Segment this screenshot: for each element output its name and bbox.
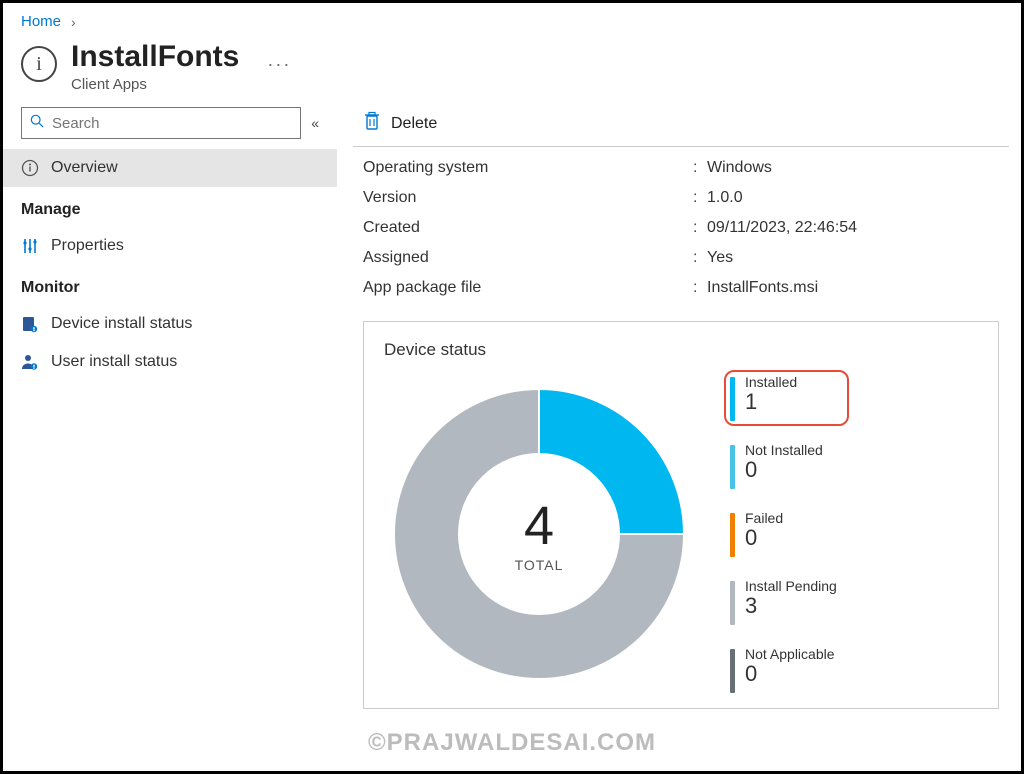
trash-icon bbox=[363, 111, 381, 136]
device-icon bbox=[21, 315, 39, 333]
legend-value: 0 bbox=[745, 526, 783, 550]
detail-value: Yes bbox=[707, 249, 1009, 267]
detail-value: 09/11/2023, 22:46:54 bbox=[707, 219, 1009, 237]
legend-item-failed[interactable]: Failed0 bbox=[724, 506, 849, 562]
sidebar-item-properties[interactable]: Properties bbox=[3, 227, 337, 265]
search-input[interactable] bbox=[52, 115, 292, 132]
donut-total-label: TOTAL bbox=[515, 557, 564, 573]
user-icon bbox=[21, 353, 39, 371]
legend-label: Install Pending bbox=[745, 579, 837, 594]
legend-color-bar bbox=[730, 513, 735, 557]
detail-label: Created bbox=[363, 219, 693, 237]
breadcrumb-home[interactable]: Home bbox=[21, 13, 61, 30]
delete-button-label: Delete bbox=[391, 115, 437, 133]
chevron-right-icon: › bbox=[71, 14, 76, 30]
sidebar-item-label: Properties bbox=[51, 237, 124, 255]
legend-color-bar bbox=[730, 649, 735, 693]
details-panel: Operating system : Windows Version : 1.0… bbox=[353, 146, 1009, 313]
legend-color-bar bbox=[730, 581, 735, 625]
detail-row-version: Version : 1.0.0 bbox=[363, 183, 1009, 213]
search-icon bbox=[30, 114, 44, 133]
donut-total-number: 4 bbox=[515, 495, 564, 557]
legend-value: 3 bbox=[745, 594, 837, 618]
info-circle-icon bbox=[21, 159, 39, 177]
collapse-sidebar-button[interactable]: « bbox=[311, 115, 319, 131]
legend: Installed1Not Installed0Failed0Install P… bbox=[724, 370, 849, 698]
legend-label: Failed bbox=[745, 511, 783, 526]
legend-label: Not Applicable bbox=[745, 647, 835, 662]
legend-item-not_installed[interactable]: Not Installed0 bbox=[724, 438, 849, 494]
legend-value: 1 bbox=[745, 390, 797, 414]
detail-row-package: App package file : InstallFonts.msi bbox=[363, 273, 1009, 303]
delete-button[interactable]: Delete bbox=[363, 111, 437, 136]
sidebar-item-label: User install status bbox=[51, 353, 177, 371]
watermark: ©PRAJWALDESAI.COM bbox=[368, 729, 656, 757]
legend-label: Not Installed bbox=[745, 443, 823, 458]
page-title: InstallFonts bbox=[71, 40, 239, 74]
page-subtitle: Client Apps bbox=[71, 76, 239, 93]
detail-row-assigned: Assigned : Yes bbox=[363, 243, 1009, 273]
legend-value: 0 bbox=[745, 458, 823, 482]
legend-color-bar bbox=[730, 377, 735, 421]
legend-value: 0 bbox=[745, 662, 835, 686]
legend-label: Installed bbox=[745, 375, 797, 390]
command-bar: Delete bbox=[353, 107, 1009, 146]
sidebar: « Overview Manage Properties Monitor Dev… bbox=[3, 107, 343, 719]
breadcrumb: Home › bbox=[3, 3, 1021, 36]
legend-item-pending[interactable]: Install Pending3 bbox=[724, 574, 849, 630]
detail-label: Assigned bbox=[363, 249, 693, 267]
detail-value: InstallFonts.msi bbox=[707, 279, 1009, 297]
legend-item-na[interactable]: Not Applicable0 bbox=[724, 642, 849, 698]
detail-label: Operating system bbox=[363, 159, 693, 177]
detail-value: Windows bbox=[707, 159, 1009, 177]
more-button[interactable]: ··· bbox=[267, 54, 291, 75]
sidebar-item-overview[interactable]: Overview bbox=[3, 149, 337, 187]
info-icon: i bbox=[21, 46, 57, 82]
detail-row-created: Created : 09/11/2023, 22:46:54 bbox=[363, 213, 1009, 243]
sidebar-item-label: Device install status bbox=[51, 315, 192, 333]
detail-label: App package file bbox=[363, 279, 693, 297]
detail-value: 1.0.0 bbox=[707, 189, 1009, 207]
page-header: i InstallFonts Client Apps ··· bbox=[3, 36, 1021, 107]
sidebar-item-device-install[interactable]: Device install status bbox=[3, 305, 337, 343]
main-content: Delete Operating system : Windows Versio… bbox=[343, 107, 1021, 719]
legend-item-installed[interactable]: Installed1 bbox=[724, 370, 849, 426]
detail-row-os: Operating system : Windows bbox=[363, 153, 1009, 183]
sidebar-item-user-install[interactable]: User install status bbox=[3, 343, 337, 381]
detail-label: Version bbox=[363, 189, 693, 207]
card-title: Device status bbox=[384, 340, 978, 360]
device-status-card: Device status 4 TOTAL Installed1 Not Inst… bbox=[363, 321, 999, 709]
sidebar-section-manage: Manage bbox=[3, 187, 337, 227]
sidebar-item-label: Overview bbox=[51, 159, 118, 177]
sidebar-section-monitor: Monitor bbox=[3, 265, 337, 305]
legend-color-bar bbox=[730, 445, 735, 489]
search-input-wrap[interactable] bbox=[21, 107, 301, 139]
sliders-icon bbox=[21, 237, 39, 255]
donut-chart: 4 TOTAL bbox=[384, 379, 694, 689]
